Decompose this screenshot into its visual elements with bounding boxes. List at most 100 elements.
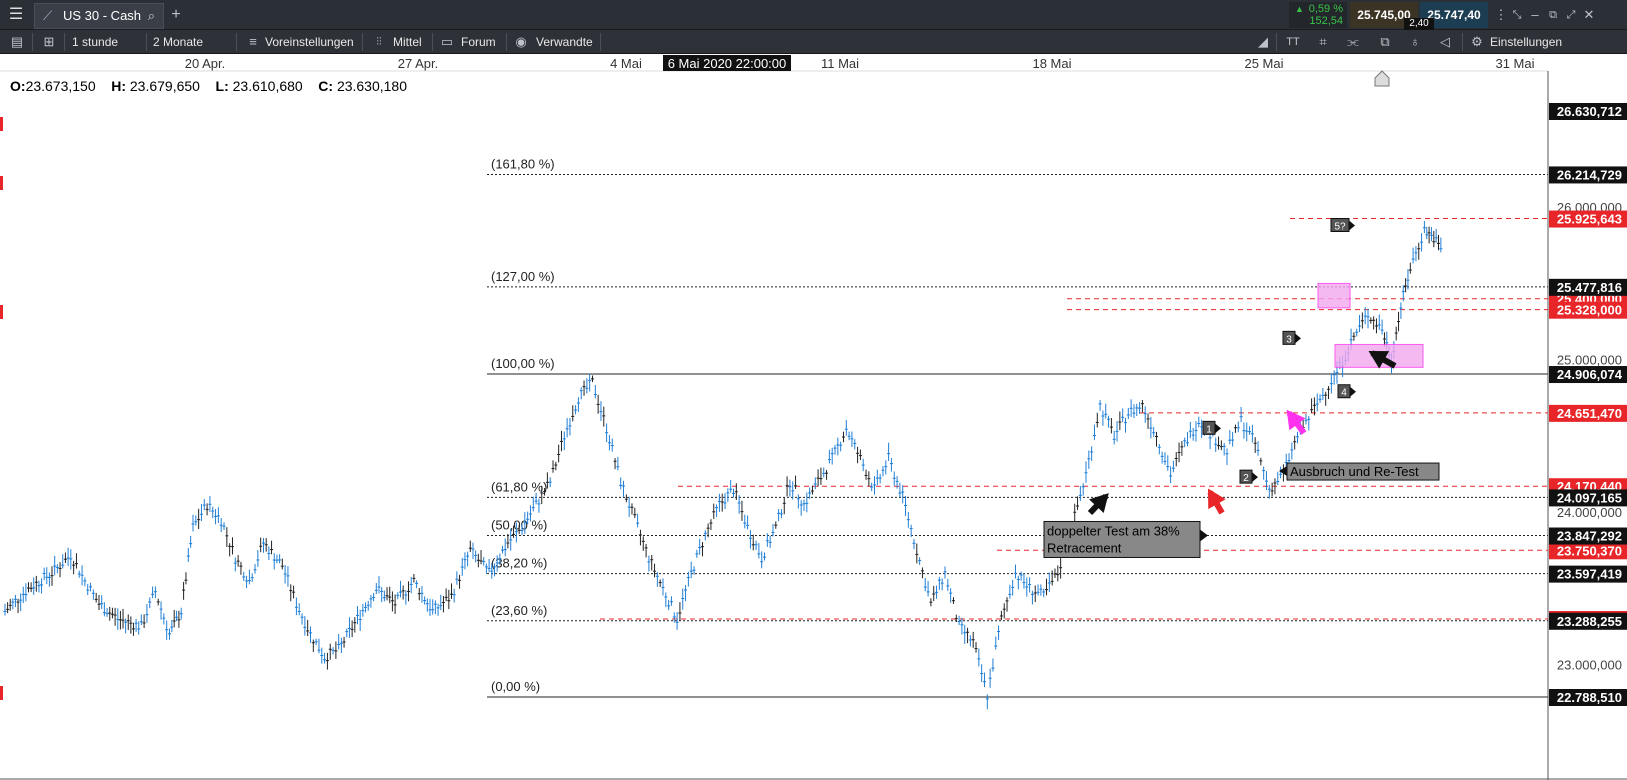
fib-value-label: 23.847,292	[1557, 529, 1622, 544]
forum-icon: ▭	[440, 34, 454, 49]
forum-button[interactable]: Forum	[461, 30, 496, 54]
resistance-value-label: 23.300,000	[1557, 612, 1622, 627]
draw-line-icon[interactable]: ◢	[1252, 30, 1274, 54]
popout-icon[interactable]: ⧉	[1544, 3, 1562, 27]
add-tab-icon[interactable]: +	[166, 3, 186, 27]
red-arrow-icon	[1207, 490, 1225, 515]
eye-icon: ◉	[515, 34, 527, 49]
annotation-text: doppelter Test am 38%	[1047, 523, 1180, 538]
crosshair-icon[interactable]: ⌗	[1312, 30, 1334, 54]
crosshair-date: 6 Mai 2020 22:00:00	[668, 56, 787, 71]
layout-grid-icon[interactable]: ⊞	[38, 30, 60, 54]
alert-icon[interactable]: ♁	[1404, 30, 1426, 54]
low-label: L:	[215, 78, 229, 94]
fib-value-label: 23.288,255	[1557, 614, 1622, 629]
resistance-value-label: 25.925,643	[1557, 212, 1622, 227]
separator	[64, 33, 65, 51]
black-arrow-icon	[1087, 493, 1109, 516]
wave-label-box	[1202, 420, 1216, 435]
fib-level-label: (127,00 %)	[491, 269, 555, 284]
menu-icon[interactable]: ☰	[0, 3, 32, 27]
resistance-value-label-bg	[1549, 290, 1627, 308]
price-chart[interactable]: 20 Apr. 27 Apr. 4 Mai 11 Mai 18 Mai 25 Mai 31 …	[0, 0, 1627, 780]
low-value: 23.610,680	[232, 78, 303, 94]
instrument-tab[interactable]: ⟋ US 30 - Cash ⌕	[34, 3, 164, 29]
fib-level-label: (50,00 %)	[491, 518, 547, 533]
menu-dots-icon[interactable]: ⋮	[1494, 3, 1508, 27]
annotation-box	[1043, 520, 1201, 558]
fib-level-label: (161,80 %)	[491, 156, 555, 171]
fib-value-label: 22.788,510	[1557, 690, 1622, 705]
separator	[600, 33, 601, 51]
range-dropdown[interactable]: 2 Monate	[153, 30, 203, 54]
timeframe-dropdown[interactable]: 1 stunde	[72, 30, 118, 54]
date-axis	[0, 55, 1627, 71]
fib-level-label: (38,20 %)	[491, 556, 547, 571]
wave-label-box	[1239, 469, 1253, 484]
chart-toolbar: ▤ ⊞ 1 stunde 2 Monate ≡ Voreinstellungen…	[0, 30, 1627, 54]
gear-icon[interactable]: ⚙	[1466, 30, 1488, 54]
fib-value-label-bg	[1549, 565, 1627, 583]
fib-value-label: 24.097,165	[1557, 490, 1622, 505]
wave-label-pointer	[1349, 220, 1355, 231]
fib-level-label: (23,60 %)	[491, 603, 547, 618]
x-tick-label: 31 Mai	[1495, 56, 1534, 71]
resistance-value-label-bg	[1549, 404, 1627, 422]
wave-label-box	[1330, 217, 1350, 232]
presets-button[interactable]: Voreinstellungen	[265, 30, 354, 54]
fib-value-label-bg	[1549, 612, 1627, 630]
search-icon[interactable]: ⌕	[148, 4, 155, 28]
resistance-value-label: 25.400,000	[1557, 292, 1622, 307]
window-icon[interactable]: ⧉	[1374, 30, 1396, 54]
maximize-icon[interactable]: ⤢	[1562, 3, 1580, 27]
wave-label: 4	[1341, 388, 1347, 399]
wave-label-pointer	[1252, 472, 1258, 483]
y-tick-label: 23.000,000	[1557, 658, 1622, 673]
annotation-text: Retracement	[1047, 540, 1122, 555]
candle-type-icon[interactable]: ⫘	[1342, 30, 1364, 54]
zone-box	[1334, 343, 1424, 368]
wave-label-pointer	[1295, 333, 1301, 344]
settings-button[interactable]: Einstellungen	[1490, 30, 1562, 54]
wave-label: 3	[1286, 334, 1292, 345]
title-bar: ☰ ⟋ US 30 - Cash ⌕ + 0,59 % ▲ 152,54 25.…	[0, 0, 1627, 30]
fib-value-label: 24.906,074	[1557, 367, 1623, 382]
resistance-value-label: 23.750,370	[1557, 543, 1622, 558]
separator	[1462, 33, 1463, 51]
label-icon[interactable]: ◁	[1434, 30, 1456, 54]
fib-value-label: 26.214,729	[1557, 167, 1622, 182]
x-tick-label: 27 Apr.	[398, 56, 438, 71]
annotation-pointer	[1279, 466, 1287, 477]
fib-value-label-bg	[1549, 366, 1627, 384]
resistance-value-label-bg	[1549, 301, 1627, 319]
high-label: H:	[111, 78, 126, 94]
resistance-value-label-bg	[1549, 210, 1627, 228]
resistance-value-label-bg	[1549, 478, 1627, 496]
minimize-icon[interactable]: –	[1526, 3, 1544, 27]
current-price-label-bg	[1549, 103, 1627, 120]
separator	[32, 33, 33, 51]
shrink-icon[interactable]: ⤡	[1508, 3, 1526, 27]
ohlc-readout: O:23.673,150 H: 23.679,650 L: 23.610,680…	[10, 78, 407, 94]
tab-title: US 30 - Cash	[63, 8, 142, 23]
close-icon[interactable]: ✕	[1580, 3, 1598, 27]
related-button[interactable]: Verwandte	[536, 30, 593, 54]
sliders-icon: ≡	[249, 34, 257, 49]
separator	[432, 33, 433, 51]
text-size-icon[interactable]: TT	[1282, 30, 1304, 54]
high-value: 23.679,650	[129, 78, 200, 94]
change-up-icon: ▲	[1295, 4, 1304, 14]
y-tick-label: 24.000,000	[1557, 505, 1622, 520]
x-tick-label: 18 Mai	[1032, 56, 1071, 71]
wave-label-pointer	[1350, 386, 1356, 397]
close-value: 23.630,180	[336, 78, 408, 94]
black-arrow-icon	[1370, 350, 1397, 369]
x-tick-label: 4 Mai	[610, 56, 642, 71]
x-tick-label: 11 Mai	[821, 56, 859, 71]
offscreen-marker	[0, 305, 3, 319]
indicator-button[interactable]: Mittel	[393, 30, 422, 54]
resistance-value-label: 24.651,470	[1557, 406, 1622, 421]
offscreen-marker	[0, 117, 3, 131]
list-icon[interactable]: ▤	[6, 30, 28, 54]
separator	[236, 33, 237, 51]
